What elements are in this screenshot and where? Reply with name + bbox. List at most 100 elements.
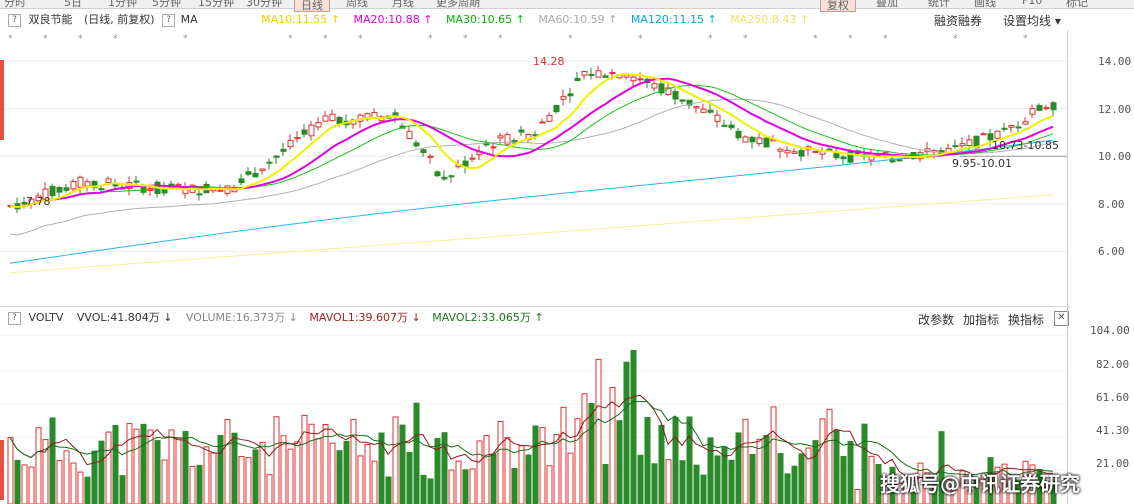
tab-overlay[interactable]: 叠加 (876, 0, 898, 9)
mavol2-value: MAVOL2:33.065万 ↑ (432, 311, 544, 324)
volume-bar (133, 428, 140, 504)
tab-5min[interactable]: 5分钟 (152, 0, 181, 9)
volume-bar (553, 433, 560, 504)
volume-bar (700, 474, 707, 504)
tab-5day[interactable]: 5日 (64, 0, 82, 9)
candle-body (448, 175, 455, 178)
candle-body (595, 70, 602, 78)
volume-tick: 21.00 (1096, 457, 1130, 470)
volume-bar (245, 457, 252, 504)
candle-body (175, 183, 182, 187)
candle-body (693, 106, 700, 109)
volume-bar (175, 437, 182, 504)
volume-bar (154, 440, 161, 504)
candle-body (441, 176, 448, 180)
volume-bar (91, 450, 98, 504)
volume-bar (49, 417, 56, 504)
tab-1min[interactable]: 1分钟 (108, 0, 137, 9)
candle-body (602, 75, 609, 78)
volume-bar (679, 460, 686, 504)
indicator-select-icon[interactable]: ? (162, 13, 176, 27)
toggle-icon[interactable]: ? (8, 13, 21, 27)
range-label-1: 10.73-10.85 (992, 139, 1059, 152)
tab-monthly[interactable]: 月线 (392, 0, 414, 9)
candle-body (707, 109, 714, 113)
tab-weekly[interactable]: 周线 (346, 0, 368, 9)
change-params-button[interactable]: 改参数 (918, 311, 954, 328)
candle-body (490, 146, 497, 149)
mavol1-value: MAVOL1:39.607万 ↓ (309, 311, 421, 324)
volume-bar (189, 465, 196, 504)
candle-body (497, 135, 504, 139)
ma10-value: MA10:11.55 ↑ (261, 13, 341, 26)
candle-body (105, 178, 112, 184)
margin-trading-button[interactable]: 融资融券 (934, 12, 982, 29)
tab-15min[interactable]: 15分钟 (198, 0, 234, 9)
candle-body (721, 124, 728, 127)
candle-body (588, 73, 595, 76)
volume-bar (392, 416, 399, 504)
volume-bar (693, 464, 700, 504)
tab-30min[interactable]: 30分钟 (246, 0, 282, 9)
candle-body (1036, 104, 1043, 111)
price-chart-header: ? 双良节能 (日线, 前复权) ? MA MA10:11.55 ↑ MA20:… (0, 9, 1070, 31)
candle-body (994, 130, 1001, 139)
volume-bar (665, 459, 672, 504)
switch-indicator-button[interactable]: 换指标 (1008, 311, 1044, 328)
candle-body (294, 137, 301, 140)
tab-f10[interactable]: F10 (1022, 0, 1042, 8)
volume-toggle-icon[interactable]: ? (8, 311, 21, 325)
candle-body (63, 187, 70, 191)
candle-body (637, 78, 644, 81)
ma120-line (9, 139, 1054, 264)
volume-bar (546, 465, 553, 504)
volume-bar (231, 432, 238, 504)
candle-body (826, 148, 833, 151)
event-marker: * (953, 34, 958, 44)
volume-bar (812, 440, 819, 504)
candle-body (574, 77, 581, 82)
candle-body (413, 142, 420, 147)
candle-body (196, 193, 203, 196)
volume-bar (252, 449, 259, 504)
tab-stats[interactable]: 统计 (928, 0, 950, 9)
volume-bar (686, 416, 693, 504)
tab-more-periods[interactable]: 更多周期 (436, 0, 480, 9)
volume-bar (511, 468, 518, 504)
volume-bar (469, 468, 476, 504)
ma30-value: MA30:10.65 ↑ (445, 13, 525, 26)
price-candlestick-chart[interactable]: * * * * * * * * * * * * * * * * * * * * (0, 31, 1068, 306)
volume-bar (315, 438, 322, 504)
ma-settings-button[interactable]: 设置均线 ▾ (1003, 12, 1061, 29)
event-marker: * (568, 34, 573, 44)
add-indicator-button[interactable]: 加指标 (963, 311, 999, 328)
tab-mark[interactable]: 标记 (1066, 0, 1088, 9)
volume-bar (224, 418, 231, 504)
volume-bar (427, 478, 434, 504)
candle-body (581, 71, 588, 76)
candle-body (329, 113, 336, 121)
candle-body (1001, 127, 1008, 130)
volume-bar (504, 437, 511, 504)
volume-bar (651, 463, 658, 504)
volume-bar (777, 453, 784, 504)
candle-body (287, 140, 294, 148)
event-marker: * (78, 34, 83, 44)
period-tab-strip: 分时 5日 1分钟 5分钟 15分钟 30分钟 日线 周线 月线 更多周期 复权… (0, 0, 1134, 12)
volume-bar (105, 431, 112, 504)
candle-body (1008, 125, 1015, 128)
candle-body (777, 148, 784, 152)
event-marker: * (428, 34, 433, 44)
candle-body (749, 136, 756, 143)
volume-bar (294, 441, 301, 504)
volume-bar (623, 361, 630, 504)
candle-body (245, 171, 252, 175)
candle-body (56, 186, 63, 193)
volume-bar (826, 408, 833, 504)
tab-fenshi[interactable]: 分时 (4, 0, 26, 9)
volume-bar (56, 459, 63, 504)
left-edge-marker (0, 60, 4, 140)
candle-body (539, 121, 546, 124)
tab-draw[interactable]: 画线 (974, 0, 996, 9)
candle-body (84, 181, 91, 187)
